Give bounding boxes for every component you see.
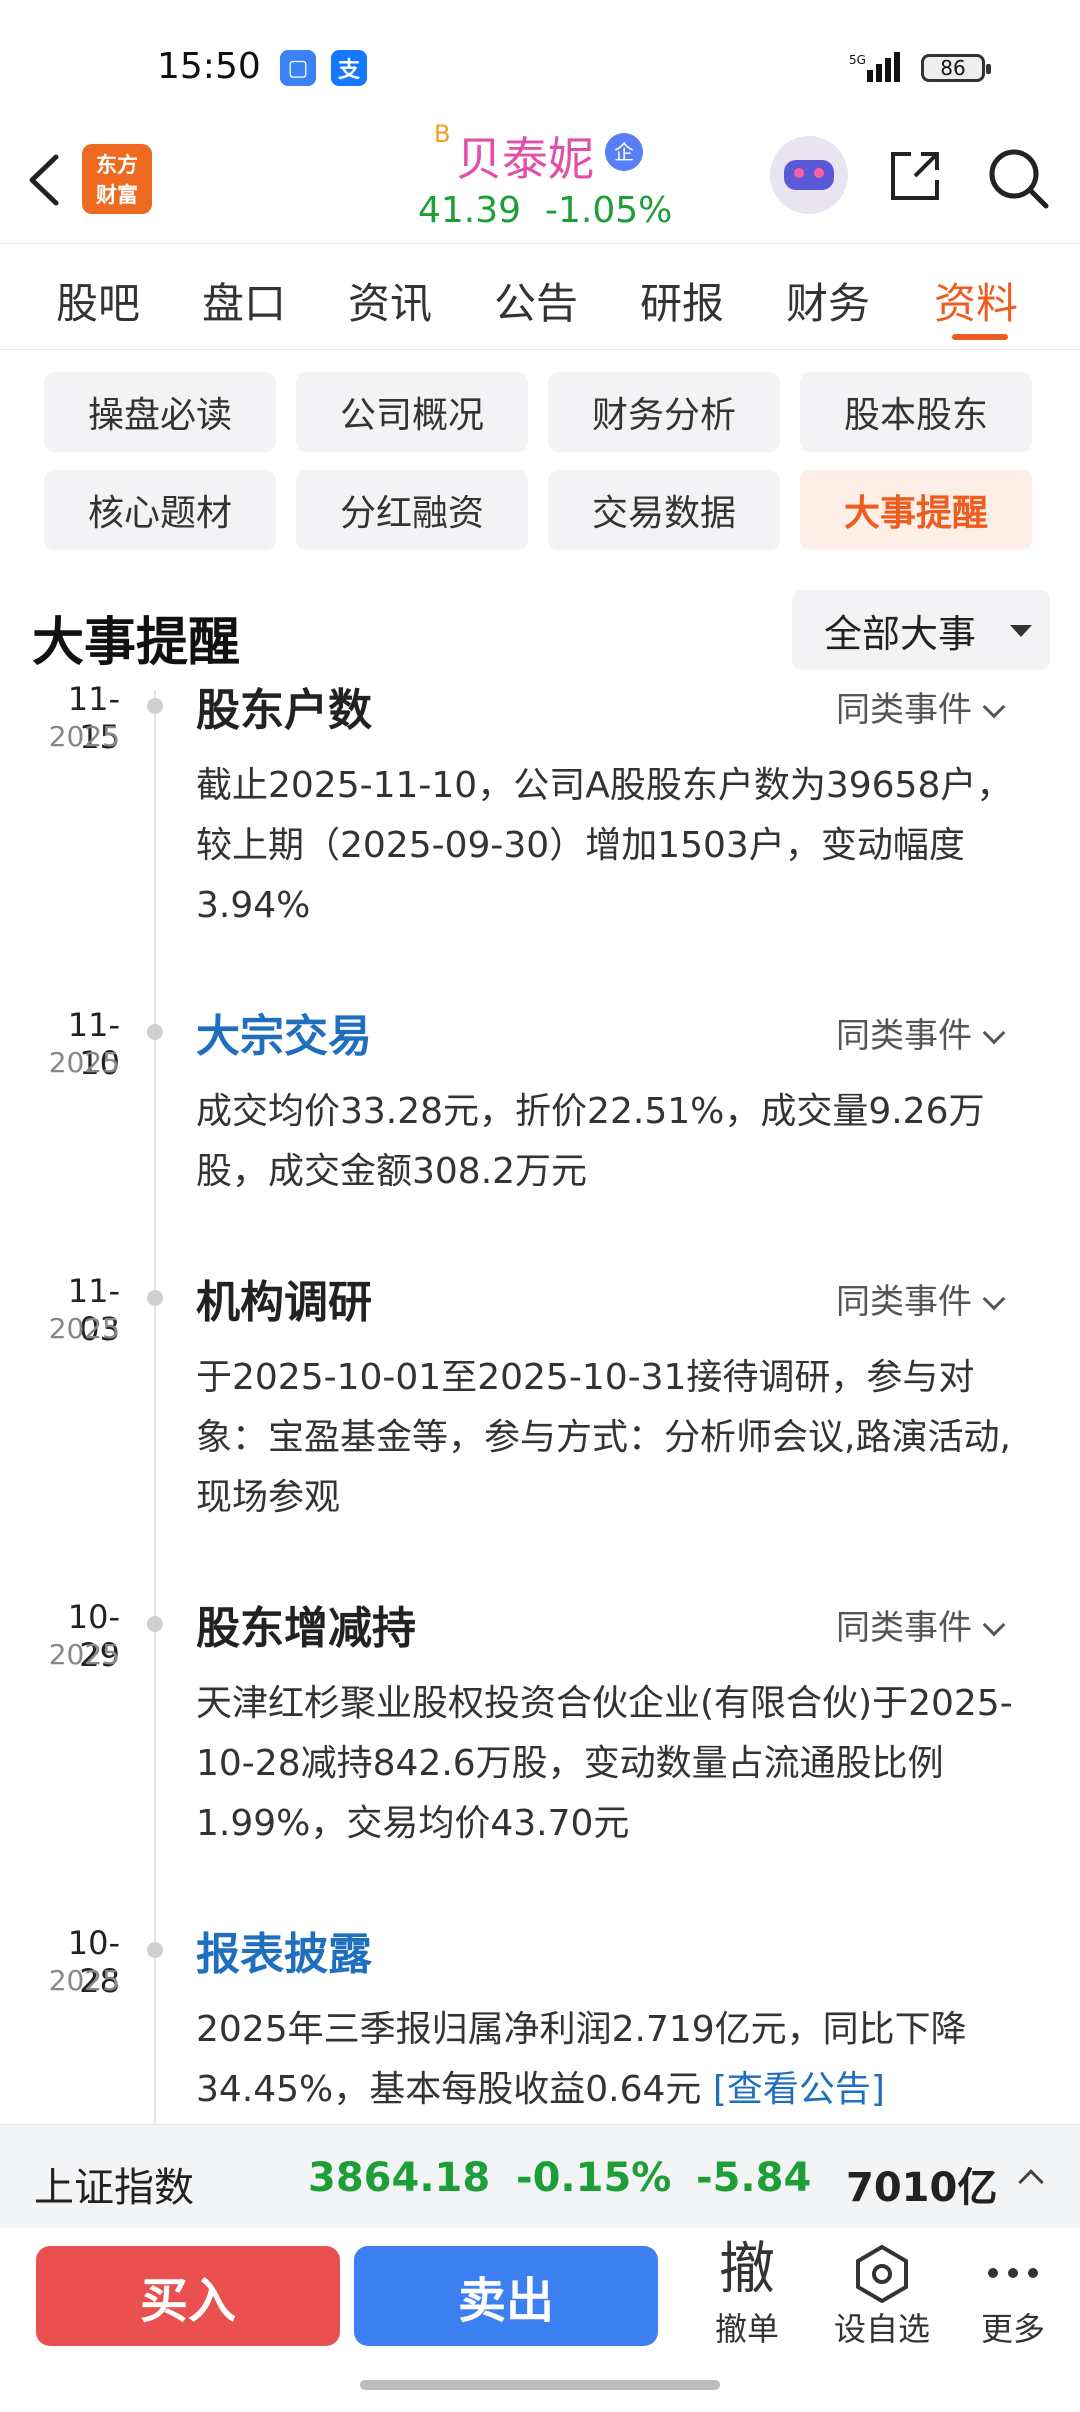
more-label: 更多: [980, 2310, 1045, 2348]
cancel-order-icon: 撤: [719, 2237, 775, 2302]
signal-icon: 5G: [849, 52, 900, 82]
market-index-bar[interactable]: 上证指数 3864.18 -0.15% -5.84 7010亿: [0, 2124, 1080, 2228]
similar-events-label: 同类事件: [836, 1282, 972, 1322]
subnav-shareholders[interactable]: 股本股东: [800, 372, 1032, 452]
subnav-company-overview[interactable]: 公司概况: [296, 372, 528, 452]
event-year: 2025: [48, 1046, 120, 1079]
add-watchlist-label: 设自选: [833, 2310, 930, 2348]
stock-b-marker: B: [434, 120, 451, 148]
similar-events-label: 同类事件: [836, 1016, 972, 1056]
similar-events-toggle[interactable]: 同类事件: [836, 682, 1006, 731]
cancel-order-button[interactable]: 撤 撤单: [682, 2236, 812, 2356]
logo-line-2: 财富: [96, 183, 138, 207]
back-arrow-icon[interactable]: [20, 145, 70, 215]
timeline-dot: [147, 1024, 163, 1040]
section-title: 大事提醒: [32, 613, 241, 673]
event-filter-label: 全部大事: [824, 611, 977, 656]
network-label: 5G: [849, 53, 866, 67]
event-filter-dropdown[interactable]: 全部大事: [792, 590, 1050, 670]
tab-guba[interactable]: 股吧: [56, 270, 140, 331]
tab-research[interactable]: 研报: [640, 270, 724, 331]
subnav-core-themes[interactable]: 核心题材: [44, 470, 276, 550]
share-icon[interactable]: [885, 146, 945, 206]
event-description: 截止2025-11-10，公司A股股东户数为39658户，较上期（2025-09…: [196, 765, 1013, 926]
status-bar: 15:50 ▢ 支 5G 86: [0, 0, 1080, 120]
event-year: 2025: [48, 1964, 120, 1997]
logo-line-1: 东方: [96, 153, 138, 177]
chevron-down-icon: [982, 1287, 1006, 1311]
sell-button[interactable]: 卖出: [354, 2246, 658, 2346]
notification-app-icon: ▢: [280, 50, 316, 86]
subnav-financial-analysis[interactable]: 财务分析: [548, 372, 780, 452]
stock-change-percent: -1.05%: [545, 190, 673, 231]
similar-events-toggle[interactable]: 同类事件: [836, 1274, 1006, 1323]
index-change: -5.84: [696, 2155, 812, 2201]
tab-news[interactable]: 资讯: [348, 270, 432, 331]
stock-name[interactable]: 贝泰妮: [456, 123, 594, 189]
subnav-dividends-financing[interactable]: 分红融资: [296, 470, 528, 550]
search-icon[interactable]: [986, 146, 1050, 210]
timeline-line: [154, 690, 156, 2130]
similar-events-toggle[interactable]: 同类事件: [836, 1008, 1006, 1057]
index-name: 上证指数: [34, 2165, 194, 2211]
alipay-notification-icon: 支: [331, 50, 367, 86]
similar-events-label: 同类事件: [836, 1608, 972, 1648]
chevron-up-icon[interactable]: [1018, 2169, 1044, 2195]
more-button[interactable]: 更多: [948, 2236, 1078, 2356]
view-announcement-link[interactable]: [查看公告]: [713, 2069, 885, 2110]
more-dots-icon: [948, 2236, 1078, 2304]
status-time: 15:50: [157, 46, 261, 87]
index-value: 3864.18: [308, 2155, 491, 2201]
timeline-dot: [147, 1616, 163, 1632]
event-description: 2025年三季报归属净利润2.719亿元，同比下降34.45%，基本每股收益0.…: [196, 2000, 1016, 2120]
timeline-dot: [147, 698, 163, 714]
timeline-dot: [147, 1942, 163, 1958]
gesture-bar[interactable]: [360, 2380, 720, 2390]
similar-events-label: 同类事件: [836, 690, 972, 730]
event-description: 于2025-10-01至2025-10-31接待调研，参与对象：宝盈基金等，参与…: [196, 1357, 1011, 1518]
chevron-down-icon: [982, 1613, 1006, 1637]
subnav-major-events[interactable]: 大事提醒: [800, 470, 1032, 550]
enterprise-badge-icon: 企: [605, 133, 643, 171]
tab-financials[interactable]: 财务: [786, 270, 870, 331]
event-description: 天津红杉聚业股权投资合伙企业(有限合伙)于2025-10-28减持842.6万股…: [196, 1683, 1013, 1844]
similar-events-toggle[interactable]: 同类事件: [836, 1600, 1006, 1649]
ai-assistant-icon[interactable]: [770, 136, 848, 214]
subnav-trading-must-read[interactable]: 操盘必读: [44, 372, 276, 452]
event-description: 成交均价33.28元，折价22.51%，成交量9.26万股，成交金额308.2万…: [196, 1091, 985, 1192]
event-year: 2025: [48, 720, 120, 753]
event-year: 2025: [48, 1638, 120, 1671]
event-title: 股东增减持: [196, 1603, 416, 1654]
event-title-link[interactable]: 大宗交易: [196, 1000, 372, 1064]
stock-price: 41.39: [418, 190, 522, 231]
tab-announcements[interactable]: 公告: [494, 270, 578, 331]
buy-button[interactable]: 买入: [36, 2246, 340, 2346]
chevron-down-icon: [982, 695, 1006, 719]
stock-header: 东方 财富 B 贝泰妮 企 41.39 -1.05%: [0, 120, 1080, 244]
watchlist-icon: [817, 2236, 947, 2304]
event-title: 股东户数: [196, 685, 372, 736]
add-watchlist-button[interactable]: 设自选: [817, 2236, 947, 2356]
trade-bar: 买入 卖出 撤 撤单 设自选 更多: [0, 2228, 1080, 2368]
cancel-order-label: 撤单: [714, 2310, 779, 2348]
tab-profile[interactable]: 资料: [934, 270, 1018, 331]
battery-icon: 86: [921, 54, 991, 82]
dropdown-triangle-icon: [1010, 625, 1032, 637]
index-volume: 7010亿: [846, 2165, 998, 2211]
event-title-link[interactable]: 报表披露: [196, 1918, 372, 1982]
index-percent: -0.15%: [516, 2155, 672, 2201]
timeline-dot: [147, 1290, 163, 1306]
event-title: 机构调研: [196, 1277, 372, 1328]
chevron-down-icon: [982, 1021, 1006, 1045]
event-year: 2025: [48, 1312, 120, 1345]
active-tab-indicator: [952, 334, 1008, 340]
main-tabs: 股吧 盘口 资讯 公告 研报 财务 资料: [0, 246, 1080, 350]
tab-pankou[interactable]: 盘口: [202, 270, 286, 331]
subnav-trading-data[interactable]: 交易数据: [548, 470, 780, 550]
app-logo[interactable]: 东方 财富: [82, 144, 152, 214]
